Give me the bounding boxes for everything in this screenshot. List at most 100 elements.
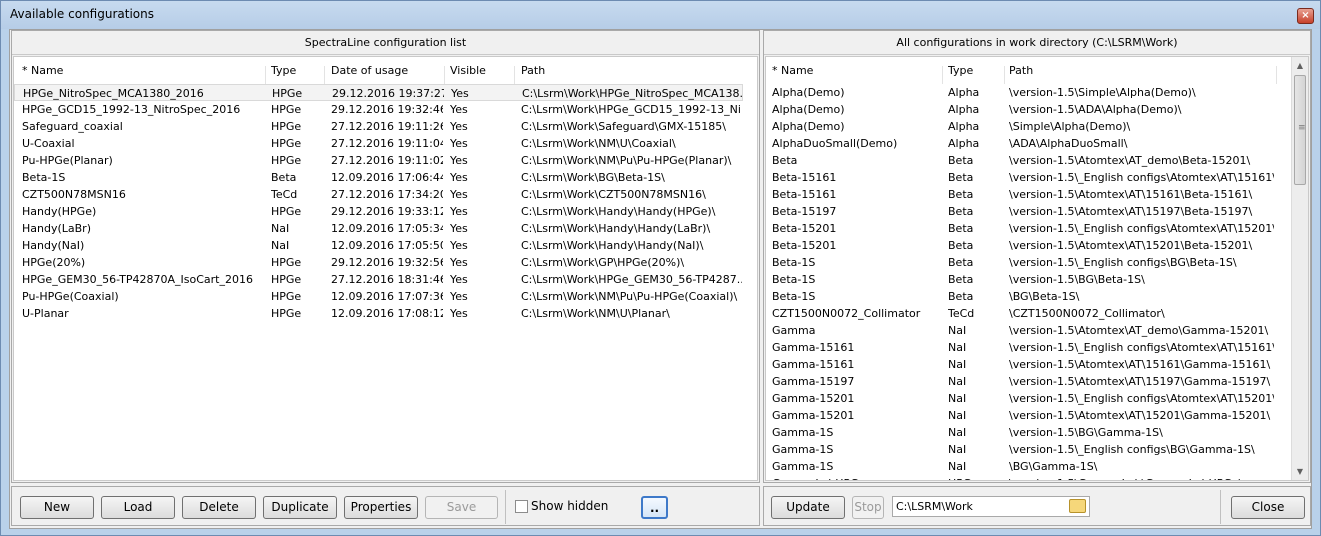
table-row[interactable]: Beta-15201 Beta \version-1.5\Atomtex\AT\15… [766,237,1292,254]
column-divider[interactable] [444,66,445,84]
spectraline-config-list[interactable]: * Name Type Date of usage Visible Path H… [13,56,758,481]
table-row[interactable]: GammaLabHPGe HPGe \version-1.5\GammaLab\Ga… [766,475,1292,480]
table-row[interactable]: HPGe_GEM30_56-TP42870A_IsoCart_2016 HPGe 2… [14,271,743,288]
column-divider[interactable] [514,66,515,84]
work-directory-path-field[interactable]: C:\LSRM\Work [892,496,1090,517]
table-row[interactable]: Gamma-1S NaI \version-1.5\_English configs… [766,441,1292,458]
window-close-button[interactable]: × [1297,8,1314,24]
table-row[interactable]: Gamma NaI \version-1.5\Atomtex\AT_demo\Gam… [766,322,1292,339]
vertical-scrollbar[interactable]: ▲ ≡ ▼ [1291,57,1308,480]
column-divider[interactable] [324,66,325,84]
properties-button[interactable]: Properties [344,496,418,519]
column-divider[interactable] [1276,66,1277,84]
cell-date: 12.09.2016 17:08:12 [331,307,443,320]
table-row[interactable]: Safeguard_coaxial HPGe 27.12.2016 19:11:26… [14,118,743,135]
table-row[interactable]: U-Planar HPGe 12.09.2016 17:08:12 Yes C:\Lsr… [14,305,743,322]
table-row[interactable]: Beta-15161 Beta \version-1.5\Atomtex\AT\15… [766,186,1292,203]
cell-name: Pu-HPGe(Coaxial) [22,290,119,303]
table-row[interactable]: Beta-1S Beta \version-1.5\_English configs… [766,254,1292,271]
table-row[interactable]: CZT500N78MSN16 TeCd 27.12.2016 17:34:20 Yes… [14,186,743,203]
table-row[interactable]: Beta-15197 Beta \version-1.5\Atomtex\AT\15… [766,203,1292,220]
cell-name: HPGe_NitroSpec_MCA1380_2016 [23,87,204,100]
table-row[interactable]: Handy(HPGe) HPGe 29.12.2016 19:33:12 Yes C:\… [14,203,743,220]
cell-visible: Yes [450,137,468,150]
column-divider[interactable] [265,66,266,84]
cell-date: 12.09.2016 17:05:50 [331,239,443,252]
table-row[interactable]: Alpha(Demo) Alpha \version-1.5\ADA\Alpha(D… [766,101,1292,118]
col-header-path[interactable]: Path [1009,62,1274,79]
table-row[interactable]: Beta-1S Beta 12.09.2016 17:06:44 Yes C:\Lsrm… [14,169,743,186]
col-header-path[interactable]: Path [521,62,741,79]
stop-button[interactable]: Stop [852,496,884,519]
col-header-visible[interactable]: Visible [450,62,510,79]
table-row[interactable]: HPGe(20%) HPGe 29.12.2016 19:32:56 Yes C:\Ls… [14,254,743,271]
table-row[interactable]: Gamma-15201 NaI \version-1.5\Atomtex\AT\15… [766,407,1292,424]
table-row[interactable]: AlphaDuoSmall(Demo) Alpha \ADA\AlphaDuoSma… [766,135,1292,152]
cell-path: C:\Lsrm\Work\BG\Beta-1S\ [521,171,665,184]
browse-button[interactable]: .. [641,496,668,519]
cell-date: 12.09.2016 17:05:34 [331,222,443,235]
new-button[interactable]: New [20,496,94,519]
cell-type: Beta [948,239,974,252]
table-row[interactable]: Handy(NaI) NaI 12.09.2016 17:05:50 Yes C:\Ls… [14,237,743,254]
scroll-down-arrow-icon[interactable]: ▼ [1292,463,1308,480]
table-row[interactable]: Beta-1S Beta \BG\Beta-1S\ [766,288,1292,305]
cell-visible: Yes [450,205,468,218]
delete-button[interactable]: Delete [182,496,256,519]
table-row[interactable]: HPGe_NitroSpec_MCA1380_2016 HPGe 29.12.201… [14,84,743,101]
table-row[interactable]: Beta-15161 Beta \version-1.5\_English conf… [766,169,1292,186]
table-row[interactable]: Gamma-15201 NaI \version-1.5\_English conf… [766,390,1292,407]
table-row[interactable]: Handy(LaBr) NaI 12.09.2016 17:05:34 Yes C:\L… [14,220,743,237]
cell-name: CZT500N78MSN16 [22,188,126,201]
folder-icon[interactable] [1069,499,1086,513]
column-divider[interactable] [1004,66,1005,84]
cell-name: Beta-15197 [772,205,837,218]
table-row[interactable]: Gamma-15161 NaI \version-1.5\Atomtex\AT\15… [766,356,1292,373]
table-row[interactable]: Pu-HPGe(Coaxial) HPGe 12.09.2016 17:07:36 Y… [14,288,743,305]
cell-name: Safeguard_coaxial [22,120,123,133]
col-header-name[interactable]: * Name [772,62,942,79]
show-hidden-label[interactable]: Show hidden [531,499,608,513]
col-header-type[interactable]: Type [271,62,326,79]
table-row[interactable]: Gamma-1S NaI \BG\Gamma-1S\ [766,458,1292,475]
cell-visible: Yes [450,290,468,303]
table-row[interactable]: HPGe_GCD15_1992-13_NitroSpec_2016 HPGe 29.… [14,101,743,118]
save-button[interactable]: Save [425,496,498,519]
cell-type: NaI [948,409,967,422]
table-row[interactable]: Gamma-1S NaI \version-1.5\BG\Gamma-1S\ [766,424,1292,441]
table-row[interactable]: Beta Beta \version-1.5\Atomtex\AT_demo\Bet… [766,152,1292,169]
cell-name: Gamma-1S [772,443,834,456]
cell-type: TeCd [948,307,975,320]
scroll-up-arrow-icon[interactable]: ▲ [1292,57,1308,74]
col-header-name[interactable]: * Name [22,62,262,79]
table-row[interactable]: Gamma-15161 NaI \version-1.5\_English conf… [766,339,1292,356]
col-header-type[interactable]: Type [948,62,1003,79]
cell-date: 29.12.2016 19:37:27 [332,87,444,100]
duplicate-button[interactable]: Duplicate [263,496,337,519]
table-row[interactable]: Beta-1S Beta \version-1.5\BG\Beta-1S\ [766,271,1292,288]
cell-path: \version-1.5\_English configs\Atomtex\AT… [1009,222,1274,235]
show-hidden-checkbox[interactable] [515,500,528,513]
cell-date: 29.12.2016 19:32:46 [331,103,443,116]
col-header-date[interactable]: Date of usage [331,62,441,79]
table-row[interactable]: Beta-15201 Beta \version-1.5\_English conf… [766,220,1292,237]
table-row[interactable]: Pu-HPGe(Planar) HPGe 27.12.2016 19:11:02 Ye… [14,152,743,169]
table-row[interactable]: CZT1500N0072_Collimator TeCd \CZT1500N0072… [766,305,1292,322]
scrollbar-thumb[interactable]: ≡ [1294,75,1306,185]
cell-name: Alpha(Demo) [772,103,845,116]
cell-type: HPGe [271,154,302,167]
load-button[interactable]: Load [101,496,175,519]
cell-name: HPGe_GCD15_1992-13_NitroSpec_2016 [22,103,241,116]
close-button[interactable]: Close [1231,496,1305,519]
table-row[interactable]: Alpha(Demo) Alpha \Simple\Alpha(Demo)\ [766,118,1292,135]
cell-type: Beta [948,188,974,201]
table-row[interactable]: U-Coaxial HPGe 27.12.2016 19:11:04 Yes C:\Ls… [14,135,743,152]
table-row[interactable]: Gamma-15197 NaI \version-1.5\Atomtex\AT\15… [766,373,1292,390]
cell-date: 12.09.2016 17:07:36 [331,290,443,303]
table-row[interactable]: Alpha(Demo) Alpha \version-1.5\Simple\Alph… [766,84,1292,101]
update-button[interactable]: Update [771,496,845,519]
cell-type: Beta [948,256,974,269]
work-directory-list[interactable]: * Name Type Path Alpha(Demo) Alpha \versio… [765,56,1309,481]
cell-date: 27.12.2016 19:11:04 [331,137,443,150]
column-divider[interactable] [942,66,943,84]
